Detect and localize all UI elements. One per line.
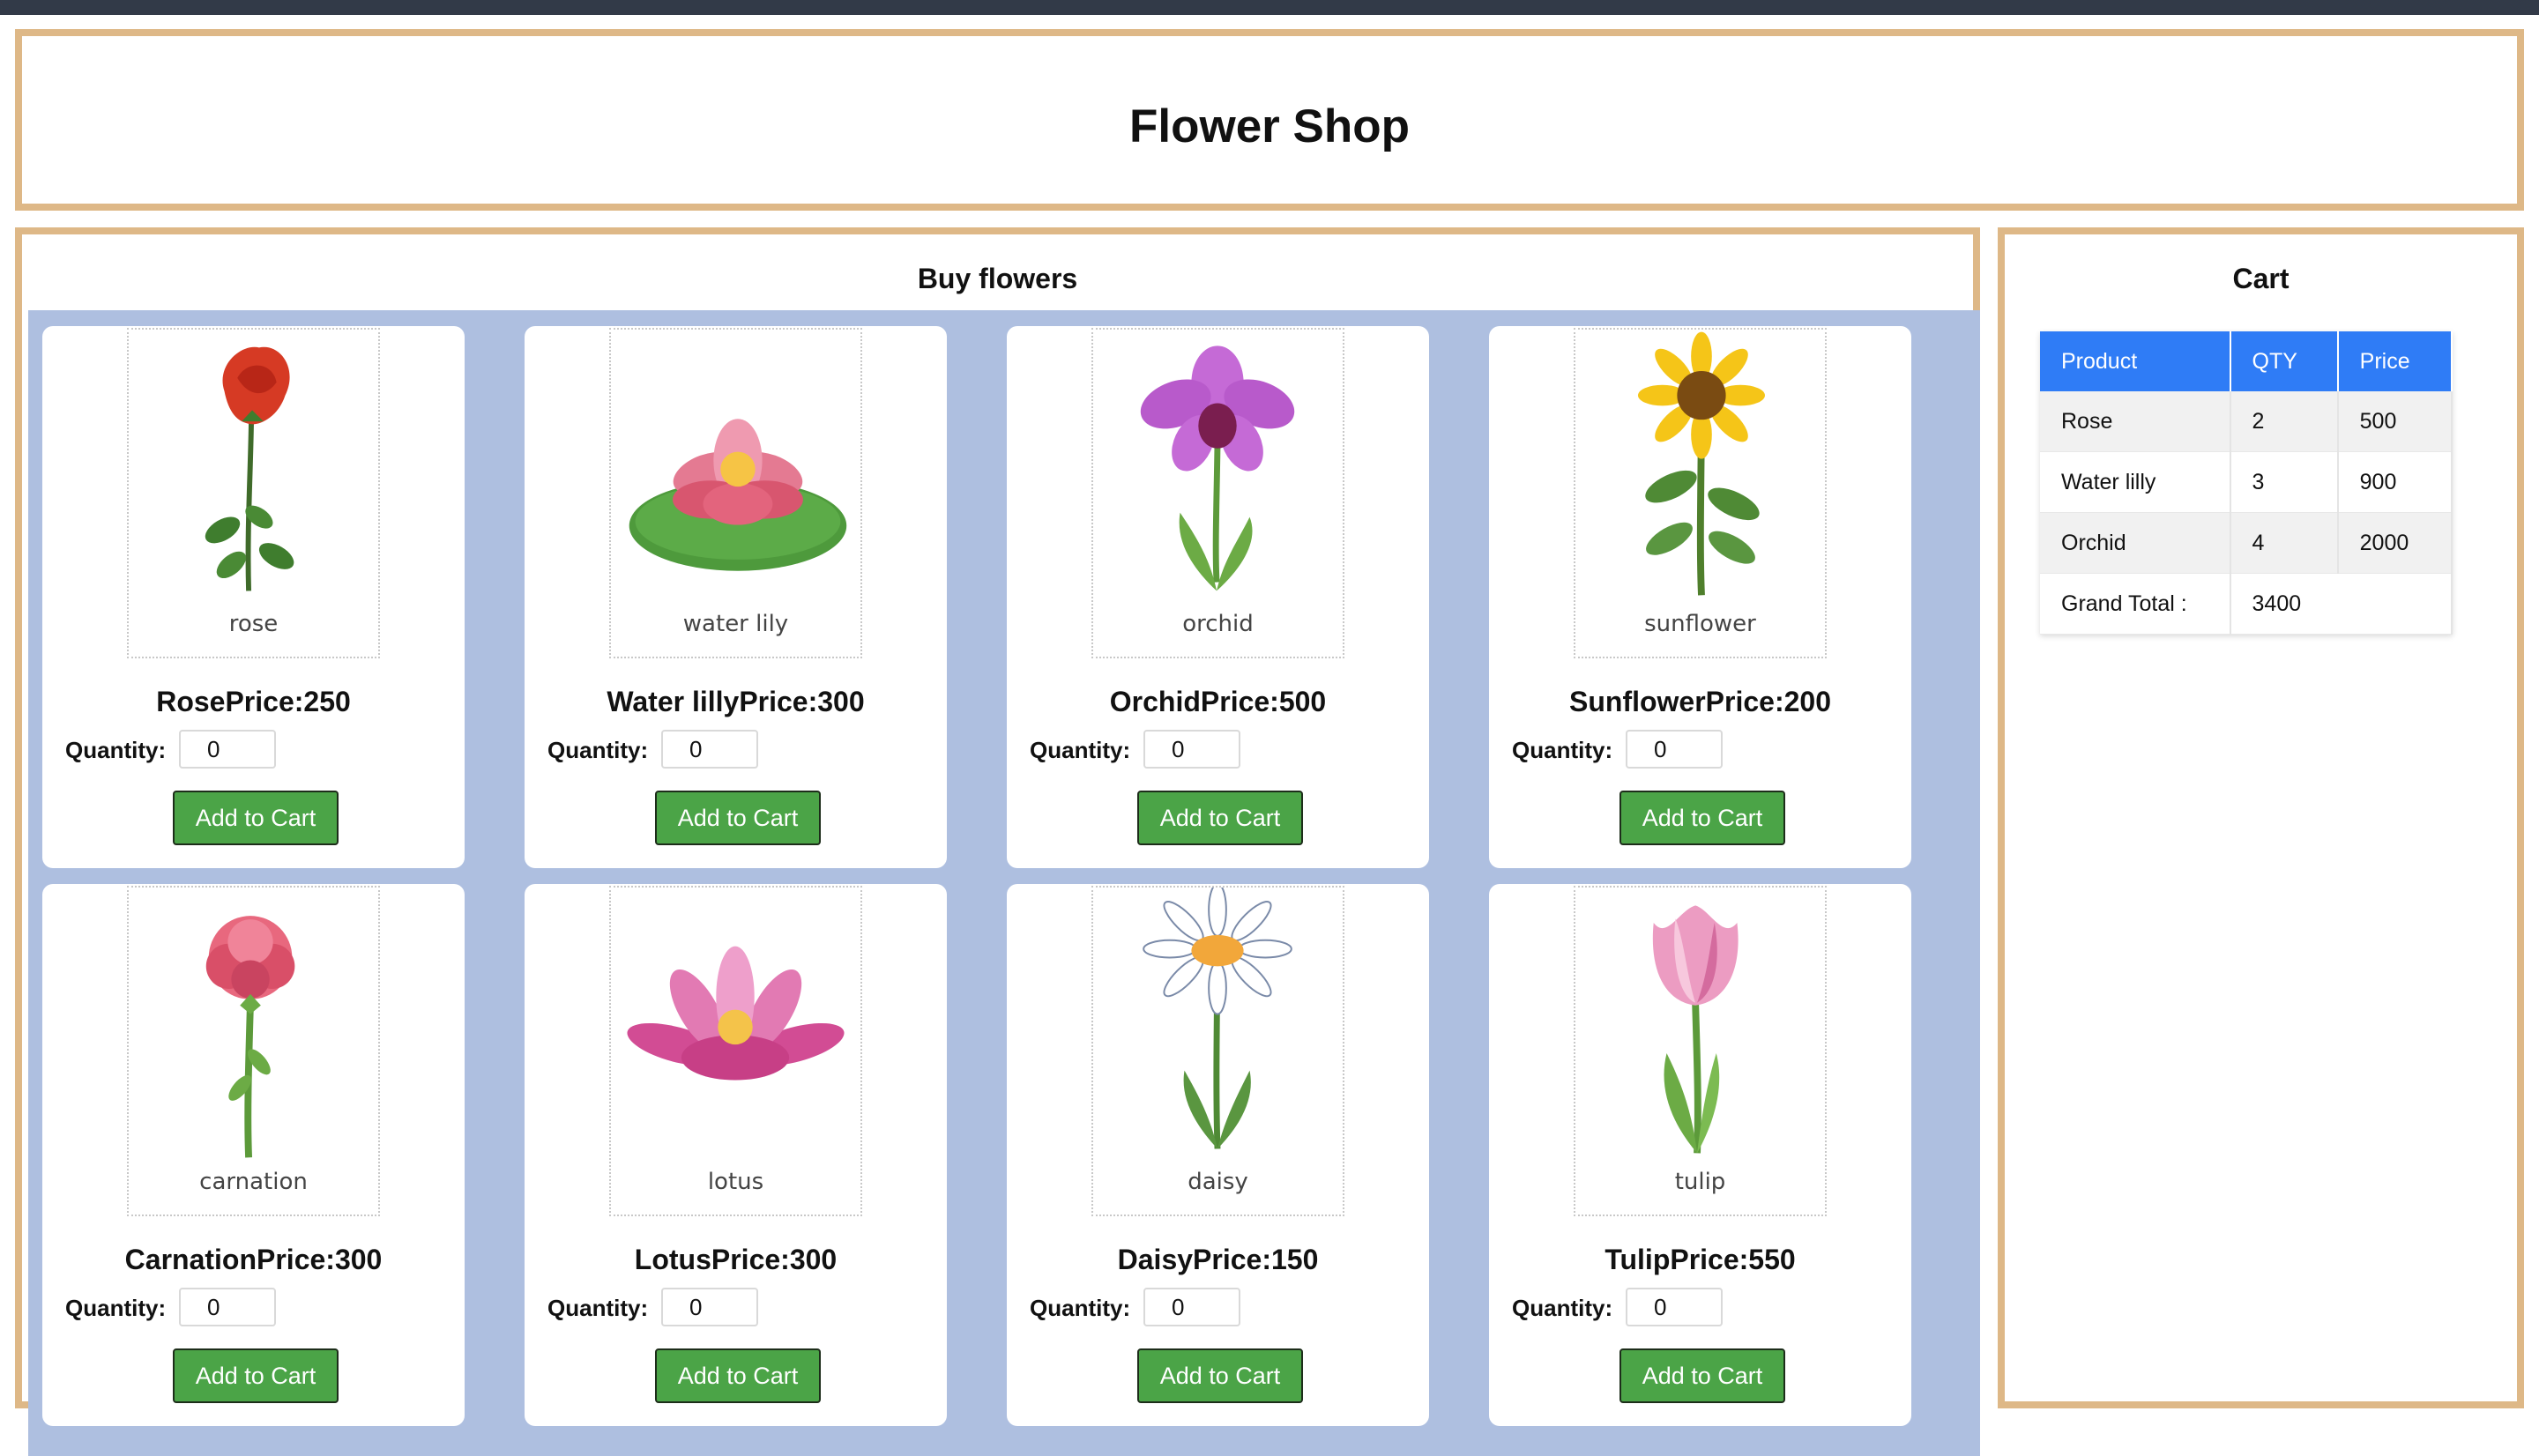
cell-qty: 4 — [2230, 512, 2339, 574]
quantity-input[interactable] — [1143, 1288, 1240, 1326]
product-card-daisy: daisy DaisyPrice:150 Quantity: Add to Ca… — [1007, 884, 1429, 1426]
table-row: Water lilly 3 900 — [2040, 451, 2453, 513]
product-title: OrchidPrice:500 — [1109, 686, 1327, 717]
product-title: TulipPrice:550 — [1605, 1244, 1796, 1275]
quantity-label: Quantity: — [1512, 737, 1613, 763]
product-card-lotus: lotus LotusPrice:300 Quantity: Add to Ca… — [525, 884, 947, 1426]
add-to-cart-button[interactable]: Add to Cart — [1619, 791, 1785, 845]
page-title: Flower Shop — [1129, 100, 1410, 152]
grand-total-label: Grand Total : — [2040, 573, 2231, 635]
product-image-orchid: orchid — [1091, 328, 1344, 658]
cell-product: Water lilly — [2040, 451, 2231, 513]
carnation-flower-icon — [205, 916, 295, 1158]
tulip-flower-icon — [1652, 905, 1739, 1154]
quantity-label: Quantity: — [1512, 1295, 1613, 1321]
cell-qty: 3 — [2230, 451, 2339, 513]
product-image-sunflower: sunflower — [1574, 328, 1827, 658]
cell-price: 900 — [2337, 451, 2453, 513]
quantity-input[interactable] — [179, 730, 276, 769]
image-caption: rose — [228, 611, 279, 637]
quantity-input[interactable] — [179, 1288, 276, 1326]
cell-price: 500 — [2337, 391, 2453, 452]
column-header-product: Product — [2040, 331, 2231, 391]
sunflower-flower-icon — [1637, 331, 1765, 596]
product-title: RosePrice:250 — [156, 686, 351, 717]
column-header-price: Price — [2337, 331, 2453, 391]
product-title: Water lillyPrice:300 — [607, 686, 865, 717]
table-row: Orchid 4 2000 — [2040, 512, 2453, 574]
product-card-water-lily: water lily Water lillyPrice:300 Quantity… — [525, 326, 947, 868]
product-image-rose: rose — [127, 328, 380, 658]
image-caption: daisy — [1188, 1169, 1248, 1195]
table-row: Rose 2 500 — [2040, 391, 2453, 452]
product-card-sunflower: sunflower SunflowerPrice:200 Quantity: A… — [1489, 326, 1911, 868]
orchid-flower-icon — [1140, 345, 1295, 591]
product-title: LotusPrice:300 — [634, 1244, 838, 1275]
product-image-water-lily: water lily — [609, 328, 862, 658]
rose-flower-icon — [205, 346, 294, 591]
image-caption: lotus — [707, 1169, 764, 1195]
column-header-qty: QTY — [2230, 331, 2339, 391]
image-caption: tulip — [1674, 1169, 1726, 1195]
grand-total-value: 3400 — [2230, 573, 2453, 635]
quantity-input[interactable] — [1143, 730, 1240, 769]
image-caption: orchid — [1182, 611, 1254, 637]
quantity-label: Quantity: — [65, 737, 167, 763]
add-to-cart-button[interactable]: Add to Cart — [655, 1348, 821, 1403]
cell-product: Rose — [2040, 391, 2231, 452]
cell-qty: 2 — [2230, 391, 2339, 452]
daisy-flower-icon — [1143, 888, 1292, 1149]
cart-panel-title: Cart — [2232, 263, 2290, 294]
add-to-cart-button[interactable]: Add to Cart — [655, 791, 821, 845]
add-to-cart-button[interactable]: Add to Cart — [1137, 791, 1303, 845]
shop-panel-title: Buy flowers — [917, 263, 1078, 294]
product-card-carnation: carnation CarnationPrice:300 Quantity: A… — [42, 884, 465, 1426]
product-card-orchid: orchid OrchidPrice:500 Quantity: Add to … — [1007, 326, 1429, 868]
image-caption: carnation — [199, 1169, 308, 1195]
quantity-label: Quantity: — [547, 737, 649, 763]
quantity-label: Quantity: — [1030, 737, 1131, 763]
quantity-label: Quantity: — [1030, 1295, 1131, 1321]
quantity-input[interactable] — [661, 730, 758, 769]
quantity-input[interactable] — [1626, 1288, 1723, 1326]
product-image-tulip: tulip — [1574, 886, 1827, 1216]
grand-total-row: Grand Total : 3400 — [2040, 573, 2453, 635]
product-image-daisy: daisy — [1091, 886, 1344, 1216]
add-to-cart-button[interactable]: Add to Cart — [173, 1348, 339, 1403]
add-to-cart-button[interactable]: Add to Cart — [1619, 1348, 1785, 1403]
add-to-cart-button[interactable]: Add to Cart — [173, 791, 339, 845]
image-caption: water lily — [682, 611, 789, 637]
image-caption: sunflower — [1644, 611, 1756, 637]
quantity-input[interactable] — [661, 1288, 758, 1326]
cell-price: 2000 — [2337, 512, 2453, 574]
quantity-label: Quantity: — [547, 1295, 649, 1321]
lotus-flower-icon — [627, 946, 845, 1081]
product-title: SunflowerPrice:200 — [1569, 686, 1831, 717]
cart-table-header-row: Product QTY Price — [2040, 331, 2453, 391]
product-grid[interactable]: rose RosePrice:250 Quantity: Add to Cart — [28, 310, 1980, 1456]
browser-top-bar — [0, 0, 2539, 15]
add-to-cart-button[interactable]: Add to Cart — [1137, 1348, 1303, 1403]
header-banner: Flower Shop — [15, 29, 2524, 211]
product-image-carnation: carnation — [127, 886, 380, 1216]
quantity-label: Quantity: — [65, 1295, 167, 1321]
product-image-lotus: lotus — [609, 886, 862, 1216]
shop-panel: Buy flowers rose RosePrice:250 Quantity: — [15, 227, 1980, 1456]
cart-table: Product QTY Price Rose 2 500 Water lilly… — [2040, 331, 2453, 635]
water-lily-flower-icon — [629, 419, 847, 571]
product-card-tulip: tulip TulipPrice:550 Quantity: Add to Ca… — [1489, 884, 1911, 1426]
cell-product: Orchid — [2040, 512, 2231, 574]
product-title: CarnationPrice:300 — [124, 1244, 383, 1275]
product-title: DaisyPrice:150 — [1117, 1244, 1319, 1275]
quantity-input[interactable] — [1626, 730, 1723, 769]
cart-panel: Cart Product QTY Price Rose 2 500 Water … — [1998, 227, 2524, 1408]
product-card-rose: rose RosePrice:250 Quantity: Add to Cart — [42, 326, 465, 868]
